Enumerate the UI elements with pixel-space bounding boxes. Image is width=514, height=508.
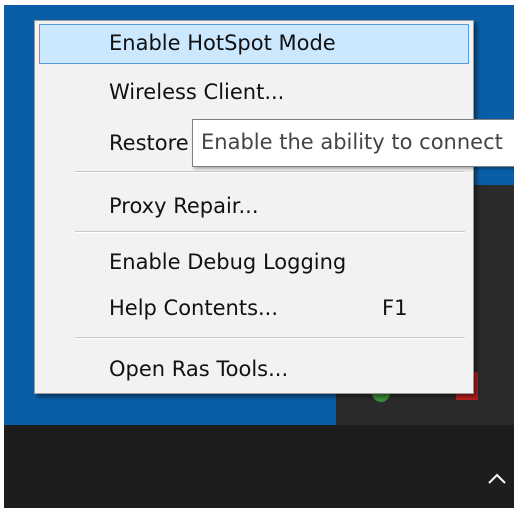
tooltip: Enable the ability to connect [192,119,514,167]
menu-item-help-contents[interactable]: Help Contents... F1 [39,289,469,329]
tooltip-text: Enable the ability to connect [201,130,503,154]
chevron-up-icon[interactable] [486,468,508,490]
menu-item-label: Proxy Repair... [109,194,259,218]
taskbar [4,425,514,508]
menu-item-label: Enable HotSpot Mode [109,31,336,55]
menu-separator [75,231,465,233]
menu-item-label: Enable Debug Logging [109,250,347,274]
screen: Enable HotSpot Mode Wireless Client... R… [0,0,514,508]
menu-item-wireless-client[interactable]: Wireless Client... [39,73,469,113]
menu-item-proxy-repair[interactable]: Proxy Repair... [39,187,469,227]
menu-item-label: Restore [109,131,189,155]
menu-item-open-ras-tools[interactable]: Open Ras Tools... [39,350,469,390]
menu-item-enable-hotspot-mode[interactable]: Enable HotSpot Mode [39,24,469,64]
context-menu: Enable HotSpot Mode Wireless Client... R… [34,20,474,394]
menu-item-enable-debug-logging[interactable]: Enable Debug Logging [39,243,469,283]
menu-separator [75,337,465,339]
menu-item-label: Wireless Client... [109,80,285,104]
menu-item-shortcut: F1 [382,296,408,320]
menu-item-label: Help Contents... [109,296,279,320]
menu-item-label: Open Ras Tools... [109,357,289,381]
menu-separator [75,171,465,173]
